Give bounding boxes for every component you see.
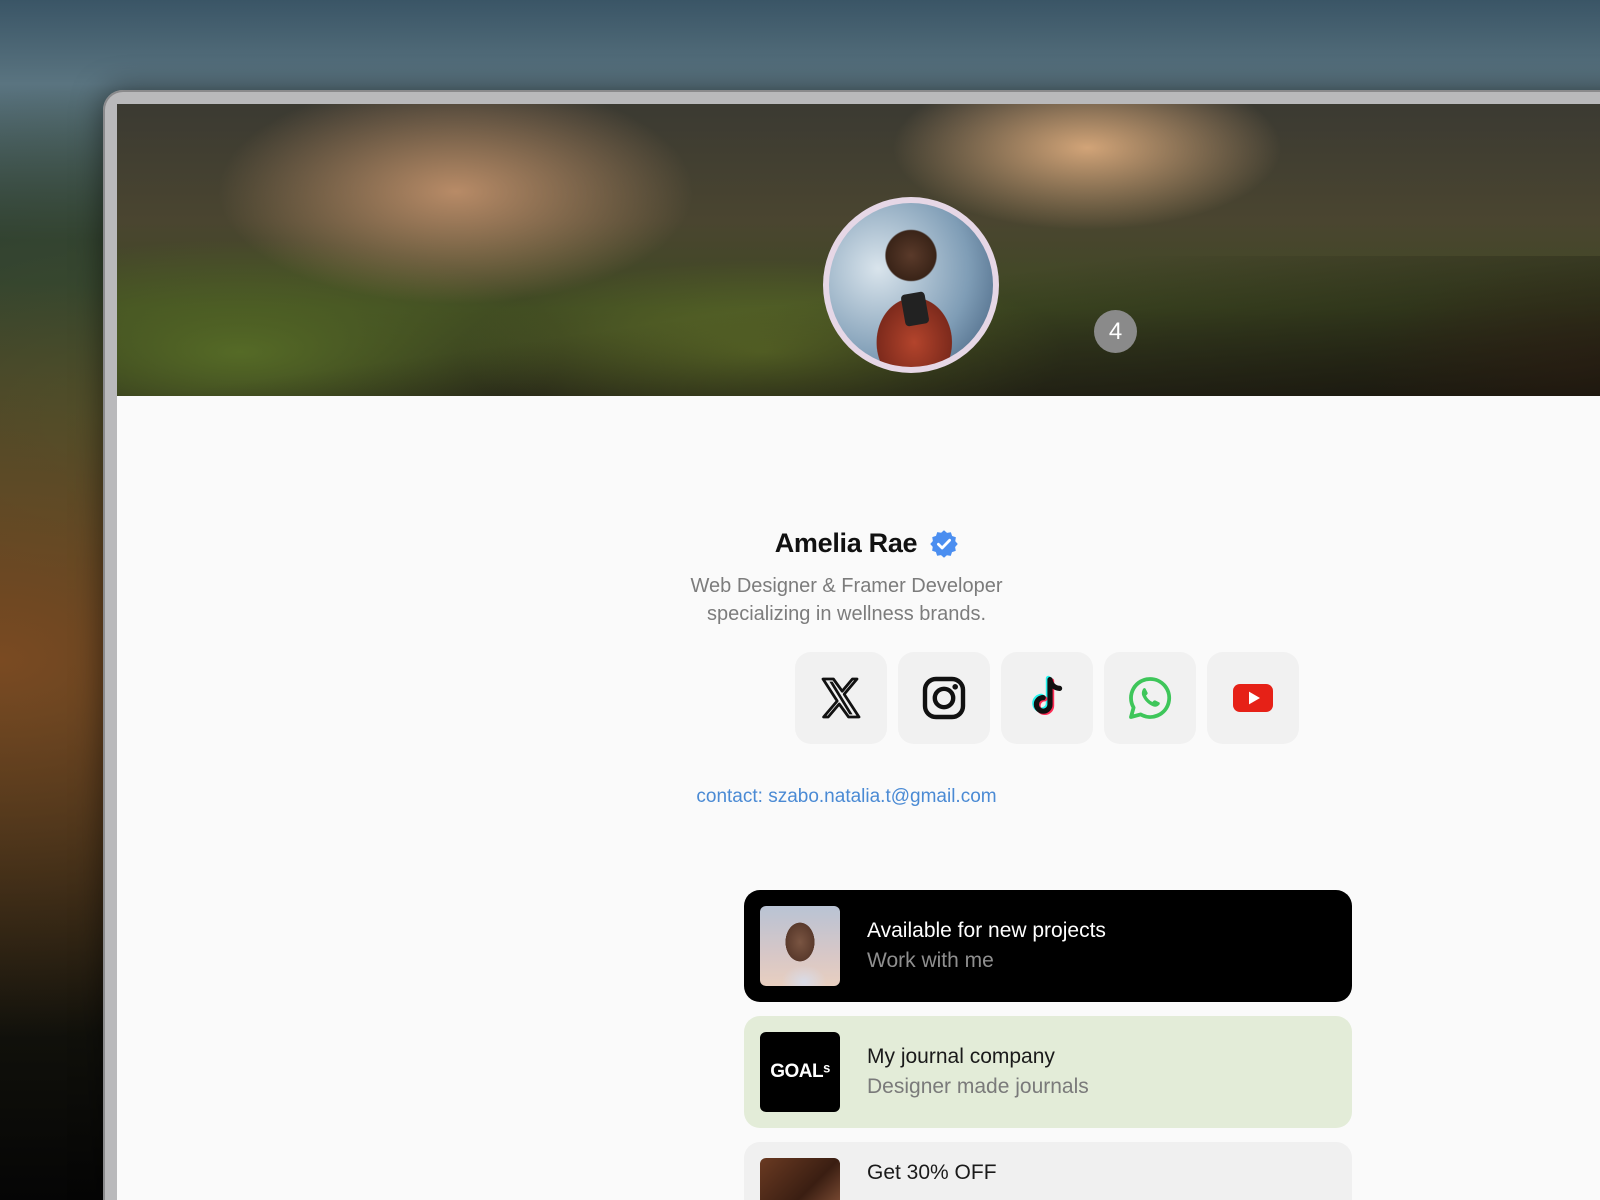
verified-badge-icon [930,529,959,558]
tiktok-icon [1032,675,1063,715]
goals-logo: GOALˢ [760,1032,840,1112]
card-title: Get 30% OFF [867,1161,997,1184]
avatar[interactable] [823,197,999,373]
name-row: Amelia Rae [0,528,1600,559]
profile-name: Amelia Rae [774,528,918,558]
avatar-image [829,203,993,367]
card-thumbnail [760,906,840,986]
instagram-icon [922,676,966,720]
whatsapp-icon [1129,677,1172,719]
card-title: Available for new projects [867,919,1106,942]
card-title: My journal company [867,1045,1055,1068]
bio-line-1: Web Designer & Framer Developer [690,575,1003,597]
social-x-button[interactable] [795,652,887,744]
social-youtube-button[interactable] [1207,652,1299,744]
social-instagram-button[interactable] [898,652,990,744]
card-available-projects[interactable]: Available for new projects Work with me [744,890,1352,1002]
card-subtitle: Work with me [867,949,994,972]
social-tiktok-button[interactable] [1001,652,1093,744]
card-journal-company[interactable]: GOALˢ My journal company Designer made j… [744,1016,1352,1128]
bio-line-2: specializing in wellness brands. [706,603,987,625]
card-discount[interactable]: Get 30% OFF [744,1142,1352,1200]
social-links [795,652,1299,744]
x-icon [821,677,861,719]
youtube-icon [1233,684,1273,712]
card-subtitle: Designer made journals [867,1075,1089,1098]
contact-email-link[interactable]: contact: szabo.natalia.t@gmail.com [0,786,1600,808]
card-thumbnail [760,1158,840,1200]
profile-bio: Web Designer & Framer Developer speciali… [0,572,1600,628]
notification-badge: 4 [1094,310,1137,353]
social-whatsapp-button[interactable] [1104,652,1196,744]
